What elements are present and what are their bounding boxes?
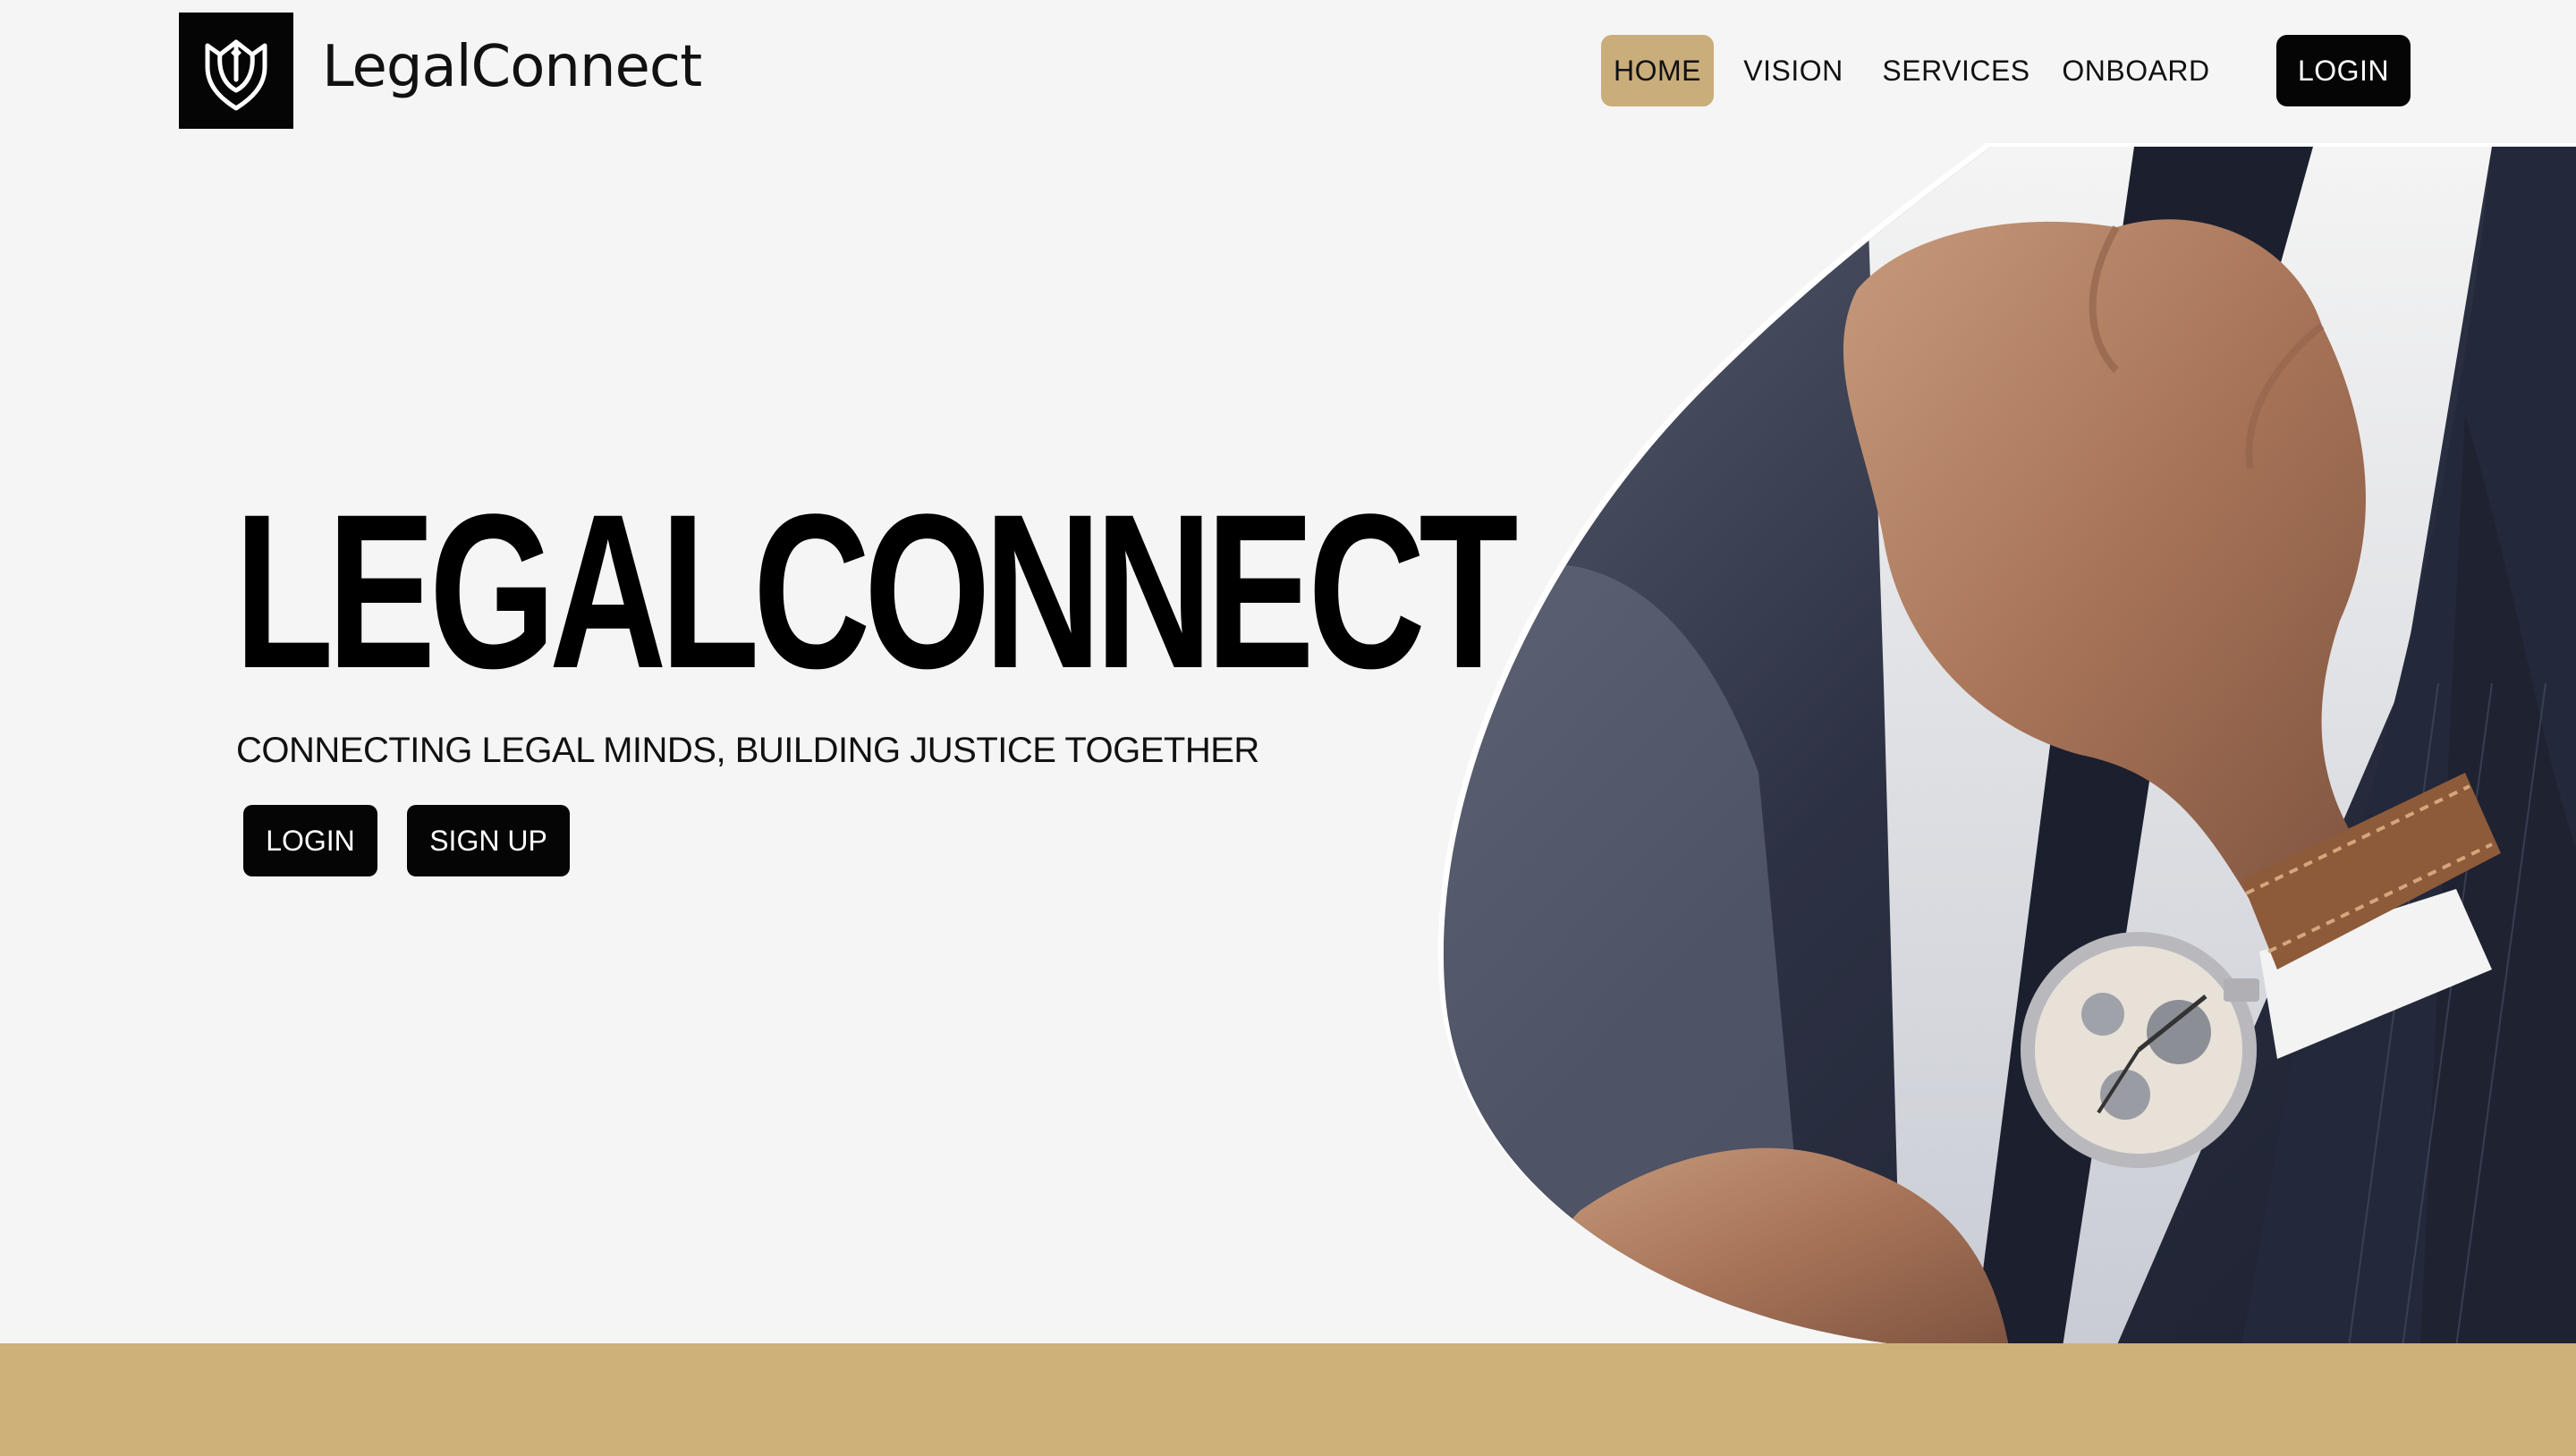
nav-home[interactable]: HOME <box>1601 35 1714 106</box>
brand-name[interactable]: LegalConnect <box>322 34 702 100</box>
site-header: LegalConnect HOME VISION SERVICES ONBOAR… <box>0 0 2576 143</box>
tulip-shield-icon <box>205 39 267 111</box>
footer-band <box>0 1343 2576 1456</box>
nav-vision[interactable]: VISION <box>1735 35 1852 106</box>
hero-login-button[interactable]: LOGIN <box>243 805 377 876</box>
nav-onboard[interactable]: ONBOARD <box>2057 35 2215 106</box>
nav-services[interactable]: SERVICES <box>1880 35 2032 106</box>
hero-title: LEGALCONNECT <box>234 469 1519 715</box>
hero-tagline: CONNECTING LEGAL MINDS, BUILDING JUSTICE… <box>236 731 1259 770</box>
main-nav: HOME VISION SERVICES ONBOARD LOGIN <box>1601 35 2411 106</box>
nav-login-button[interactable]: LOGIN <box>2276 35 2411 106</box>
hero-photo <box>1431 143 2576 1343</box>
hero-signup-button[interactable]: SIGN UP <box>407 805 570 876</box>
logo[interactable] <box>179 13 293 129</box>
businessman-photo <box>1437 143 2576 1343</box>
